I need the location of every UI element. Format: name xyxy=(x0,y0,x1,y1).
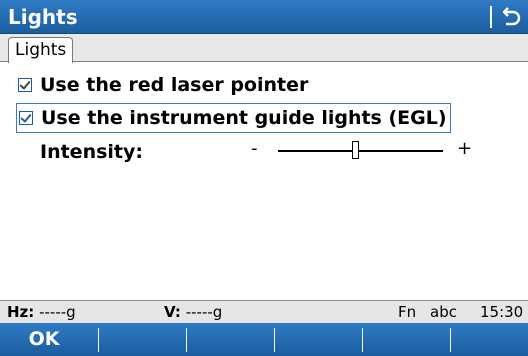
hz-value: -----g xyxy=(39,303,76,321)
clock: 15:30 xyxy=(480,303,524,321)
option-red-laser[interactable]: Use the red laser pointer xyxy=(18,71,308,99)
guide-lights-checkbox[interactable] xyxy=(19,111,33,125)
ok-button[interactable]: OK xyxy=(0,323,88,356)
title-bar: Lights xyxy=(0,0,528,34)
softkey-6[interactable] xyxy=(451,323,528,356)
page-title: Lights xyxy=(8,5,78,29)
softkey-bar: OK xyxy=(0,323,528,356)
red-laser-label: Use the red laser pointer xyxy=(40,74,309,96)
softkey-3[interactable] xyxy=(187,323,275,356)
softkey-5[interactable] xyxy=(363,323,451,356)
intensity-label: Intensity: xyxy=(40,141,143,163)
v-label: V: xyxy=(164,303,181,321)
intensity-max-symbol: + xyxy=(457,138,473,159)
red-laser-checkbox[interactable] xyxy=(18,78,32,92)
back-button[interactable] xyxy=(496,3,524,31)
tab-strip: Lights xyxy=(0,34,528,63)
tab-lights[interactable]: Lights xyxy=(8,37,74,63)
guide-lights-label: Use the instrument guide lights (EGL) xyxy=(41,107,447,129)
back-arrow-icon xyxy=(502,7,521,26)
intensity-slider-thumb[interactable] xyxy=(352,141,360,159)
input-mode-indicator: abc xyxy=(430,303,457,321)
fn-indicator: Fn xyxy=(398,303,417,321)
hz-readout: Hz: -----g xyxy=(7,301,76,323)
v-value: -----g xyxy=(185,303,223,321)
intensity-slider[interactable] xyxy=(278,150,443,152)
v-readout: V: -----g xyxy=(164,301,222,323)
option-guide-lights[interactable]: Use the instrument guide lights (EGL) xyxy=(16,103,451,133)
softkey-2[interactable] xyxy=(99,323,187,356)
intensity-min-symbol: - xyxy=(251,138,258,159)
hz-label: Hz: xyxy=(7,303,35,321)
softkey-4[interactable] xyxy=(275,323,363,356)
title-divider xyxy=(490,6,492,28)
status-bar: Hz: -----g V: -----g Fn abc 15:30 xyxy=(0,300,528,323)
